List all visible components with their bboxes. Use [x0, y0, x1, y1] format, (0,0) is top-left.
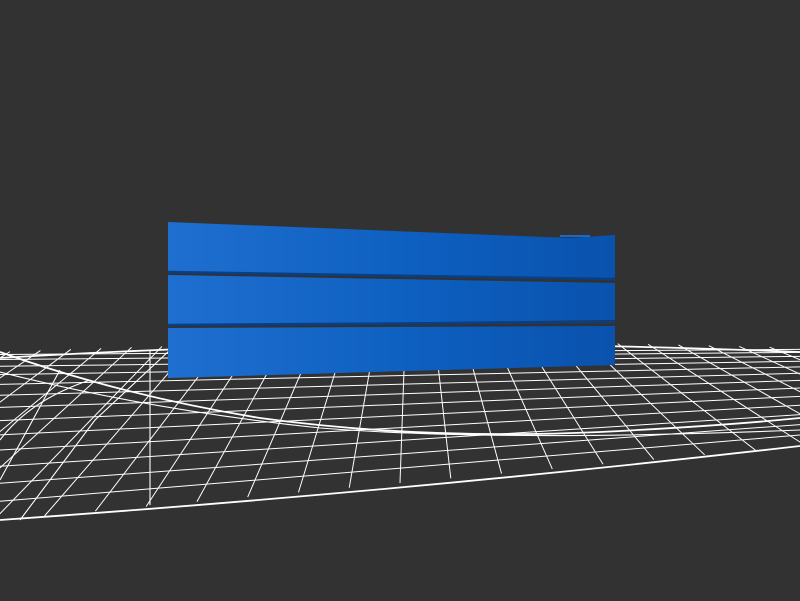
3d-viewport[interactable] — [0, 0, 800, 601]
plank-stack[interactable] — [167, 222, 616, 378]
plank-bottom[interactable] — [168, 326, 615, 378]
grid-diag-3 — [0, 369, 61, 481]
plank-middle[interactable] — [168, 275, 615, 325]
grid-row-line — [0, 434, 800, 502]
grid-row-line — [0, 414, 800, 467]
grid-diag-1 — [19, 349, 171, 521]
plank-top[interactable] — [168, 222, 615, 280]
scene-canvas[interactable] — [0, 0, 800, 601]
